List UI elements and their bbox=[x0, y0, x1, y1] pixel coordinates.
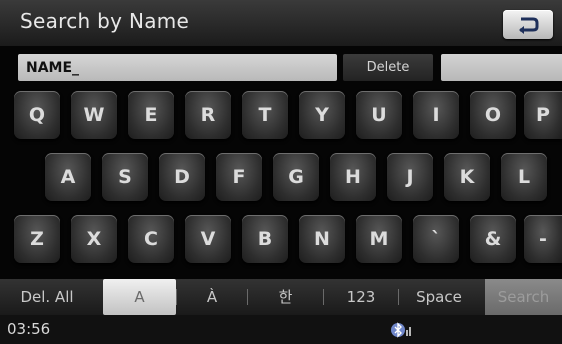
accent-mode-button[interactable]: À bbox=[177, 279, 247, 315]
key-t[interactable]: T bbox=[242, 91, 288, 139]
key-w[interactable]: W bbox=[71, 91, 117, 139]
key-z[interactable]: Z bbox=[14, 215, 60, 263]
key-q[interactable]: Q bbox=[14, 91, 60, 139]
key-m[interactable]: M bbox=[356, 215, 402, 263]
delete-all-button[interactable]: Del. All bbox=[10, 279, 84, 315]
key-o[interactable]: O bbox=[470, 91, 516, 139]
key-y[interactable]: Y bbox=[299, 91, 345, 139]
key-e[interactable]: E bbox=[128, 91, 174, 139]
key-h[interactable]: H bbox=[330, 153, 376, 201]
key-backtick[interactable]: ` bbox=[413, 215, 459, 263]
key-a[interactable]: A bbox=[45, 153, 91, 201]
key-r[interactable]: R bbox=[185, 91, 231, 139]
search-by-name-screen: Search by Name NAME_ Delete Q W E R T Y … bbox=[0, 0, 562, 344]
search-button[interactable]: Search bbox=[485, 279, 562, 315]
space-button[interactable]: Space bbox=[399, 279, 479, 315]
key-l[interactable]: L bbox=[501, 153, 547, 201]
key-v[interactable]: V bbox=[185, 215, 231, 263]
key-b[interactable]: B bbox=[242, 215, 288, 263]
numbers-mode-button[interactable]: 123 bbox=[324, 279, 398, 315]
input-mode-bar: Del. All A À 한 123 Space Search bbox=[0, 279, 562, 315]
key-c[interactable]: C bbox=[128, 215, 174, 263]
key-j[interactable]: J bbox=[387, 153, 433, 201]
key-p[interactable]: P bbox=[524, 91, 562, 139]
status-bar: 03:56 bbox=[0, 315, 562, 344]
key-s[interactable]: S bbox=[102, 153, 148, 201]
key-ampersand[interactable]: & bbox=[470, 215, 516, 263]
korean-mode-button[interactable]: 한 bbox=[248, 279, 323, 315]
key-g[interactable]: G bbox=[273, 153, 319, 201]
uppercase-mode-button[interactable]: A bbox=[103, 279, 176, 315]
key-hyphen[interactable]: - bbox=[524, 215, 562, 263]
key-u[interactable]: U bbox=[356, 91, 402, 139]
key-n[interactable]: N bbox=[299, 215, 345, 263]
clock: 03:56 bbox=[7, 320, 51, 338]
key-f[interactable]: F bbox=[216, 153, 262, 201]
bluetooth-icon bbox=[391, 322, 411, 338]
key-d[interactable]: D bbox=[159, 153, 205, 201]
key-k[interactable]: K bbox=[444, 153, 490, 201]
key-x[interactable]: X bbox=[71, 215, 117, 263]
key-i[interactable]: I bbox=[413, 91, 459, 139]
